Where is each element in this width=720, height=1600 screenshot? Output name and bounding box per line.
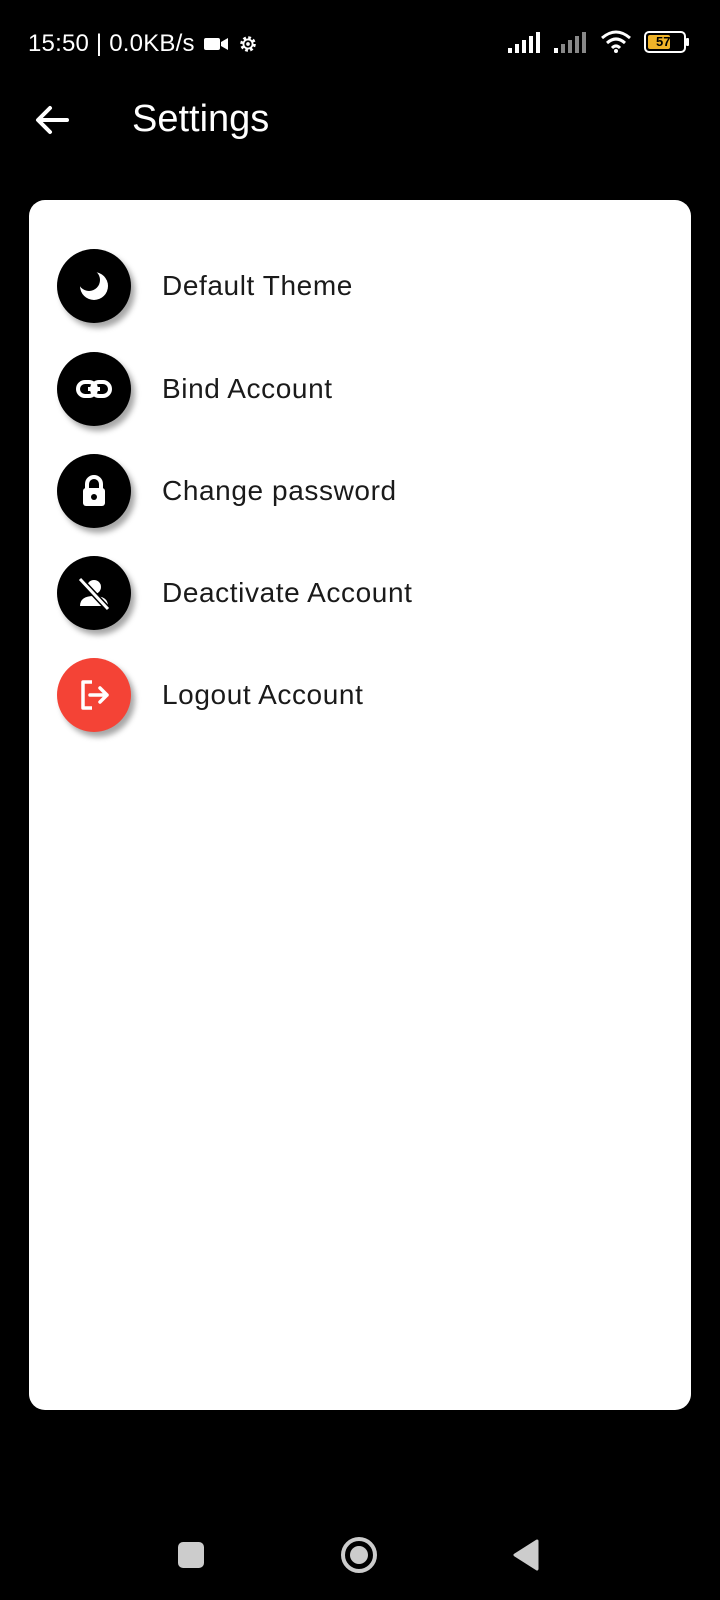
back-nav-button[interactable] [503, 1532, 549, 1578]
menu-item-change-password[interactable]: Change password [29, 445, 691, 537]
lock-icon [57, 454, 131, 528]
home-button[interactable] [336, 1532, 382, 1578]
menu-item-label: Default Theme [162, 270, 353, 301]
signal-icon [508, 31, 542, 53]
settings-screen: 15:50 | 0.0KB/s 57 Settings Default Them… [0, 0, 720, 1600]
link-icon [57, 352, 131, 426]
user-off-icon [57, 556, 131, 630]
page-title: Settings [132, 98, 270, 140]
arrow-left-icon [35, 105, 69, 135]
battery-icon: 57 [644, 31, 690, 53]
system-nav-bar [0, 1510, 720, 1600]
battery-level-text: 57 [656, 34, 671, 49]
menu-item-bind-account[interactable]: Bind Account [29, 343, 691, 435]
status-time-speed: 15:50 | 0.0KB/s [28, 30, 195, 57]
status-bar: 15:50 | 0.0KB/s 57 [0, 0, 720, 88]
home-icon [339, 1535, 379, 1575]
settings-gear-icon [237, 33, 259, 55]
back-button[interactable] [26, 94, 78, 146]
logout-icon [57, 658, 131, 732]
wifi-icon [600, 30, 632, 54]
signal-weak-icon [554, 31, 588, 53]
menu-item-label: Change password [162, 475, 397, 506]
moon-icon [57, 249, 131, 323]
menu-item-default-theme[interactable]: Default Theme [29, 240, 691, 332]
menu-item-label: Deactivate Account [162, 577, 413, 608]
settings-card: Default Theme Bind Account Change passwo… [29, 200, 691, 1410]
menu-item-label: Logout Account [162, 679, 364, 710]
status-right: 57 [508, 30, 690, 54]
app-bar: Settings [0, 88, 720, 152]
video-camera-icon [203, 34, 229, 54]
recent-apps-button[interactable] [168, 1532, 214, 1578]
back-triangle-icon [511, 1538, 541, 1572]
menu-item-deactivate-account[interactable]: Deactivate Account [29, 547, 691, 639]
recent-apps-icon [176, 1540, 206, 1570]
menu-item-label: Bind Account [162, 373, 333, 404]
menu-item-logout-account[interactable]: Logout Account [29, 649, 691, 741]
status-left: 15:50 | 0.0KB/s [28, 30, 259, 58]
